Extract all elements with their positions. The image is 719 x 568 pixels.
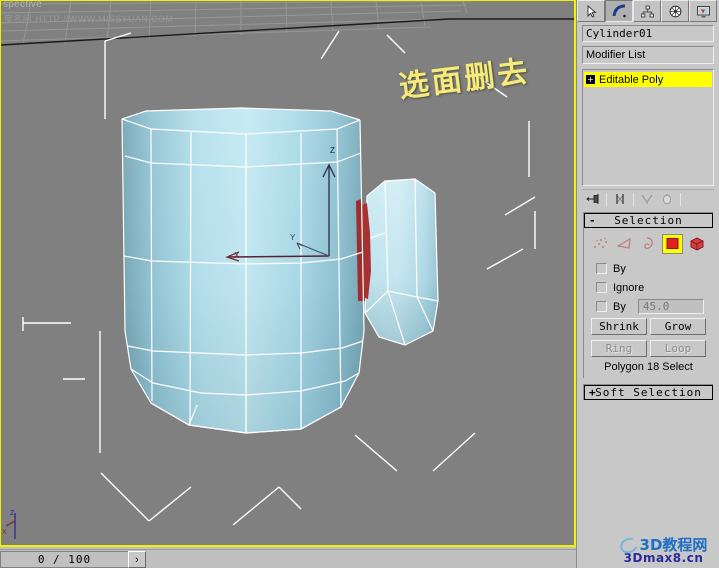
subobject-edge-button[interactable] — [614, 234, 635, 254]
mug-body — [121, 107, 371, 434]
pin-stack-icon — [586, 194, 599, 204]
ring-button[interactable]: Ring — [591, 340, 647, 357]
modifier-list-dropdown[interactable]: Modifier List — [582, 46, 714, 64]
selection-status-text: Polygon 18 Select — [604, 361, 693, 373]
viewport-active-border: Z Y X Z X spective 度名网 HTTP://WWW.MISSYU… — [0, 0, 576, 547]
object-name-field[interactable]: Cylinder01 — [582, 25, 714, 42]
remove-modifier-icon — [662, 193, 672, 205]
by-angle-value-field[interactable]: 45.0 — [637, 299, 704, 314]
remove-modifier-button[interactable] — [658, 191, 676, 207]
make-unique-button[interactable] — [638, 191, 656, 207]
by-vertex-label: By — [613, 262, 626, 275]
next-frame-button[interactable]: › — [128, 551, 146, 568]
by-angle-label: By — [613, 300, 626, 313]
make-unique-icon — [641, 194, 653, 204]
edge-icon — [615, 237, 631, 249]
soft-selection-rollout-title: Soft Selection — [595, 386, 702, 399]
modifier-stack[interactable]: + Editable Poly — [582, 69, 714, 186]
svg-text:X: X — [2, 529, 7, 536]
tab-display[interactable] — [689, 0, 717, 22]
ignore-backfacing-row[interactable]: Ignore — [586, 278, 711, 297]
selection-rollout-header[interactable]: - Selection — [584, 213, 713, 228]
command-panel-body: Cylinder01 Modifier List + Editable Poly — [577, 25, 719, 400]
toolbar-separator — [680, 192, 681, 206]
polygon-square-icon — [666, 238, 678, 249]
soft-selection-rollout-header[interactable]: + Soft Selection — [584, 385, 713, 400]
tab-motion[interactable] — [661, 0, 689, 22]
subobject-polygon-button[interactable] — [662, 234, 683, 254]
soft-selection-rollout: + Soft Selection — [583, 384, 713, 400]
viewport-axis-tripod: Z X — [2, 510, 16, 539]
grow-button[interactable]: Grow — [650, 318, 706, 335]
border-icon — [643, 237, 653, 250]
pin-stack-button[interactable] — [584, 191, 602, 207]
loop-button[interactable]: Loop — [650, 340, 706, 357]
tab-modify[interactable] — [605, 0, 633, 22]
wheel-icon — [669, 5, 681, 17]
toolbar-separator — [633, 192, 634, 206]
site-logo: 3D教程网 3Dmax8.cn — [608, 534, 719, 568]
element-cube-icon — [690, 237, 703, 251]
time-slider-bar: 0 / 100 › — [0, 549, 576, 568]
stack-item-label: Editable Poly — [599, 73, 664, 86]
rollout-expand-sign[interactable]: + — [589, 386, 596, 399]
show-end-result-button[interactable] — [611, 191, 629, 207]
hierarchy-tree-icon — [640, 5, 654, 17]
by-angle-row[interactable]: By 45.0 — [586, 297, 711, 316]
logo-bottom-text: 3Dmax8.cn — [623, 551, 704, 565]
modifier-stack-toolbar — [582, 189, 714, 208]
shrink-button[interactable]: Shrink — [591, 318, 647, 335]
selection-rollout-body: By Ignore By 45.0 Shrink Grow Ring Loop … — [584, 228, 713, 378]
viewport-label: spective — [3, 1, 43, 10]
stack-item-editable-poly[interactable]: + Editable Poly — [584, 72, 712, 87]
by-vertex-row[interactable]: By — [586, 259, 711, 278]
command-panel: Cylinder01 Modifier List + Editable Poly — [576, 0, 719, 568]
selection-rollout: - Selection By Ignore By 45.0 Shrink Gro… — [583, 212, 713, 378]
gizmo-axis-z-label: Z — [330, 146, 335, 155]
shrink-grow-row: Shrink Grow — [586, 316, 711, 335]
current-frame-field[interactable]: 0 / 100 — [0, 551, 128, 568]
tab-hierarchy[interactable] — [633, 0, 661, 22]
command-panel-tabs — [577, 0, 719, 22]
toolbar-separator — [606, 192, 607, 206]
show-end-result-icon — [616, 194, 624, 204]
app-root: Z Y X Z X spective 度名网 HTTP://WWW.MISSYU… — [0, 0, 719, 568]
by-vertex-checkbox[interactable] — [596, 263, 607, 274]
curve-icon — [612, 4, 626, 17]
subobject-vertex-button[interactable] — [590, 234, 611, 254]
gizmo-axis-x-label: X — [234, 251, 240, 260]
subobject-element-button[interactable] — [686, 234, 707, 254]
gizmo-axis-y-label: Y — [290, 233, 296, 242]
subobject-border-button[interactable] — [638, 234, 659, 254]
stack-expander-icon[interactable]: + — [586, 75, 595, 84]
rollout-collapse-sign[interactable]: - — [589, 214, 596, 227]
monitor-icon — [696, 5, 710, 17]
ignore-backfacing-label: Ignore — [613, 281, 645, 294]
svg-text:Z: Z — [10, 510, 15, 517]
ring-loop-row: Ring Loop — [586, 338, 711, 357]
tab-create[interactable] — [577, 0, 605, 22]
vertex-dots-icon — [593, 237, 607, 248]
arrow-pointer-icon — [587, 4, 597, 18]
viewport-watermark: 度名网 HTTP://WWW.MISSYUAN.COM — [4, 14, 174, 24]
viewport-scene: Z Y X Z X — [1, 1, 574, 539]
ignore-backfacing-checkbox[interactable] — [596, 282, 607, 293]
subobject-level-buttons — [586, 232, 711, 256]
selection-rollout-title: Selection — [614, 214, 683, 227]
perspective-viewport[interactable]: Z Y X Z X spective 度名网 HTTP://WWW.MISSYU… — [1, 1, 574, 545]
by-angle-checkbox[interactable] — [596, 301, 607, 312]
mug-handle — [364, 178, 439, 346]
